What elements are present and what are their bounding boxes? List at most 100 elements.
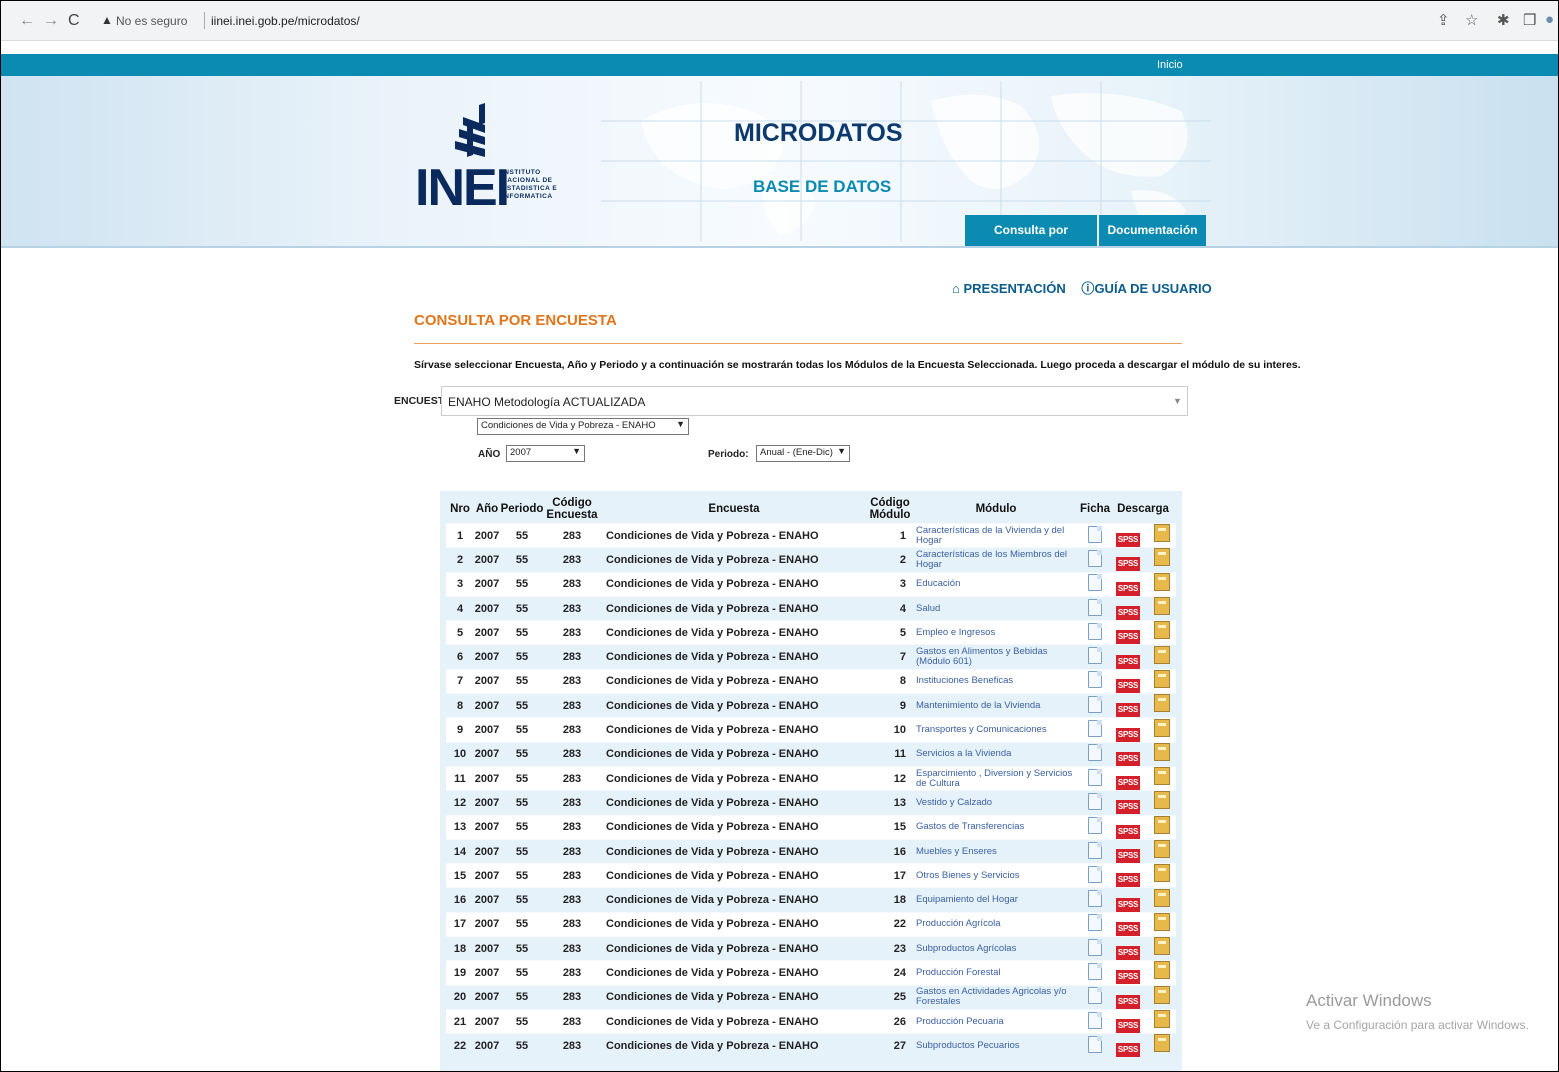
stata-download-icon[interactable] [1154, 961, 1170, 980]
stata-download-icon[interactable] [1154, 864, 1170, 883]
inicio-link[interactable]: Inicio [1157, 59, 1183, 71]
stata-download-icon[interactable] [1154, 937, 1170, 956]
cell-modulo[interactable]: Instituciones Beneficas [912, 668, 1080, 694]
cell-modulo[interactable]: Gastos en Alimentos y Bebidas (Módulo 60… [912, 644, 1080, 670]
spss-download-icon[interactable]: SPSS [1116, 921, 1140, 936]
ficha-document-icon[interactable] [1088, 695, 1102, 713]
share-icon[interactable]: ⇪ [1437, 11, 1450, 29]
ficha-document-icon[interactable] [1088, 914, 1102, 932]
cell-modulo[interactable]: Subproductos Pecuarios [912, 1033, 1080, 1058]
extensions-icon[interactable]: ✱ [1497, 11, 1510, 29]
stata-download-icon[interactable] [1154, 985, 1170, 1004]
stata-download-icon[interactable] [1154, 694, 1170, 713]
spss-download-icon[interactable]: SPSS [1116, 873, 1140, 888]
cell-modulo[interactable]: Salud [912, 595, 1080, 621]
spss-download-icon[interactable]: SPSS [1116, 606, 1140, 621]
spss-download-icon[interactable]: SPSS [1116, 897, 1140, 912]
cell-modulo[interactable]: Esparcimiento , Diversion y Servicios de… [912, 765, 1080, 791]
ficha-document-icon[interactable] [1088, 574, 1102, 592]
spss-download-icon[interactable]: SPSS [1116, 800, 1140, 815]
spss-download-icon[interactable]: SPSS [1116, 970, 1140, 985]
cell-modulo[interactable]: Vestido y Calzado [912, 790, 1080, 816]
cell-modulo[interactable]: Características de los Miembros del Hoga… [912, 547, 1080, 573]
ficha-document-icon[interactable] [1088, 841, 1102, 859]
ficha-document-icon[interactable] [1088, 598, 1102, 616]
ficha-document-icon[interactable] [1088, 525, 1102, 543]
tab-documentacion[interactable]: Documentación [1099, 215, 1206, 246]
spss-download-icon[interactable]: SPSS [1116, 824, 1140, 839]
spss-download-icon[interactable]: SPSS [1116, 581, 1140, 596]
cell-modulo[interactable]: Educación [912, 571, 1080, 597]
stata-download-icon[interactable] [1154, 621, 1170, 640]
cell-modulo[interactable]: Subproductos Agrícolas [912, 936, 1080, 961]
ficha-document-icon[interactable] [1088, 792, 1102, 810]
cell-modulo[interactable]: Características de la Vivienda y del Hog… [912, 522, 1080, 548]
ficha-document-icon[interactable] [1088, 744, 1102, 762]
spss-download-icon[interactable]: SPSS [1116, 533, 1140, 548]
stata-download-icon[interactable] [1154, 1034, 1170, 1053]
cell-modulo[interactable]: Transportes y Comunicaciones [912, 717, 1080, 743]
stata-download-icon[interactable] [1154, 597, 1170, 616]
ficha-document-icon[interactable] [1088, 1035, 1102, 1053]
stata-download-icon[interactable] [1154, 524, 1170, 543]
spss-download-icon[interactable]: SPSS [1116, 654, 1140, 669]
stata-download-icon[interactable] [1154, 645, 1170, 664]
profile-avatar-icon[interactable]: ● [1545, 11, 1554, 28]
stata-download-icon[interactable] [1154, 840, 1170, 858]
reload-icon[interactable]: C [68, 12, 80, 30]
ficha-document-icon[interactable] [1088, 1011, 1102, 1029]
spss-download-icon[interactable]: SPSS [1116, 849, 1140, 863]
stata-download-icon[interactable] [1154, 742, 1170, 761]
ficha-document-icon[interactable] [1088, 549, 1102, 567]
spss-download-icon[interactable]: SPSS [1116, 630, 1140, 645]
cell-modulo[interactable]: Servicios a la Vivienda [912, 741, 1080, 767]
ficha-document-icon[interactable] [1088, 962, 1102, 980]
url-text[interactable]: iinei.inei.gob.pe/microdatos/ [211, 14, 360, 28]
spss-download-icon[interactable]: SPSS [1116, 1019, 1140, 1034]
encuesta-select-value[interactable]: ENAHO Metodología ACTUALIZADA [448, 395, 645, 409]
spss-download-icon[interactable]: SPSS [1116, 557, 1140, 572]
insecure-label[interactable]: No es seguro [116, 14, 187, 28]
spss-download-icon[interactable]: SPSS [1116, 751, 1140, 766]
cell-modulo[interactable]: Producción Agrícola [912, 911, 1080, 937]
tab-consulta-por-encuestas[interactable]: Consulta por Encuestas [965, 215, 1097, 268]
ficha-document-icon[interactable] [1088, 720, 1102, 738]
anio-select[interactable]: 2007 ▼ [506, 445, 585, 462]
stata-download-icon[interactable] [1154, 718, 1170, 737]
sub-encuesta-select[interactable]: Condiciones de Vida y Pobreza - ENAHO ▼ [477, 418, 689, 435]
back-arrow-icon[interactable]: ← [19, 12, 35, 30]
sidepanel-icon[interactable]: ❒ [1523, 11, 1536, 29]
ficha-document-icon[interactable] [1088, 622, 1102, 640]
periodo-select[interactable]: Anual - (Ene-Dic) ▼ [756, 445, 850, 462]
chevron-down-icon[interactable]: ▼ [1173, 396, 1182, 406]
cell-modulo[interactable]: Muebles y Enseres [912, 838, 1080, 864]
stata-download-icon[interactable] [1154, 548, 1170, 567]
ficha-document-icon[interactable] [1088, 890, 1102, 908]
ficha-document-icon[interactable] [1088, 647, 1102, 665]
ficha-document-icon[interactable] [1088, 938, 1102, 956]
spss-download-icon[interactable]: SPSS [1116, 1043, 1140, 1058]
cell-modulo[interactable]: Gastos de Transferencias [912, 814, 1080, 840]
spss-download-icon[interactable]: SPSS [1116, 776, 1140, 791]
cell-modulo[interactable]: Otros Bienes y Servicios [912, 863, 1080, 888]
spss-download-icon[interactable]: SPSS [1116, 994, 1140, 1009]
cell-modulo[interactable]: Gastos en Actividades Agricolas y/o Fore… [912, 984, 1080, 1010]
ficha-document-icon[interactable] [1088, 671, 1102, 689]
star-icon[interactable]: ☆ [1465, 11, 1478, 29]
spss-download-icon[interactable]: SPSS [1116, 946, 1140, 961]
ficha-document-icon[interactable] [1088, 865, 1102, 883]
forward-arrow-icon[interactable]: → [43, 12, 59, 30]
stata-download-icon[interactable] [1154, 767, 1170, 786]
warning-icon[interactable]: ▲ [101, 13, 113, 27]
stata-download-icon[interactable] [1154, 888, 1170, 907]
ficha-document-icon[interactable] [1088, 817, 1102, 835]
ficha-document-icon[interactable] [1088, 987, 1102, 1005]
stata-download-icon[interactable] [1154, 815, 1170, 834]
guia-usuario-link[interactable]: ⓘGUÍA DE USUARIO [1081, 281, 1211, 296]
ficha-document-icon[interactable] [1088, 768, 1102, 786]
cell-modulo[interactable]: Empleo e Ingresos [912, 620, 1080, 645]
spss-download-icon[interactable]: SPSS [1116, 703, 1140, 718]
stata-download-icon[interactable] [1154, 912, 1170, 931]
presentacion-link[interactable]: ⌂ PRESENTACIÓN [952, 281, 1066, 296]
stata-download-icon[interactable] [1154, 791, 1170, 810]
